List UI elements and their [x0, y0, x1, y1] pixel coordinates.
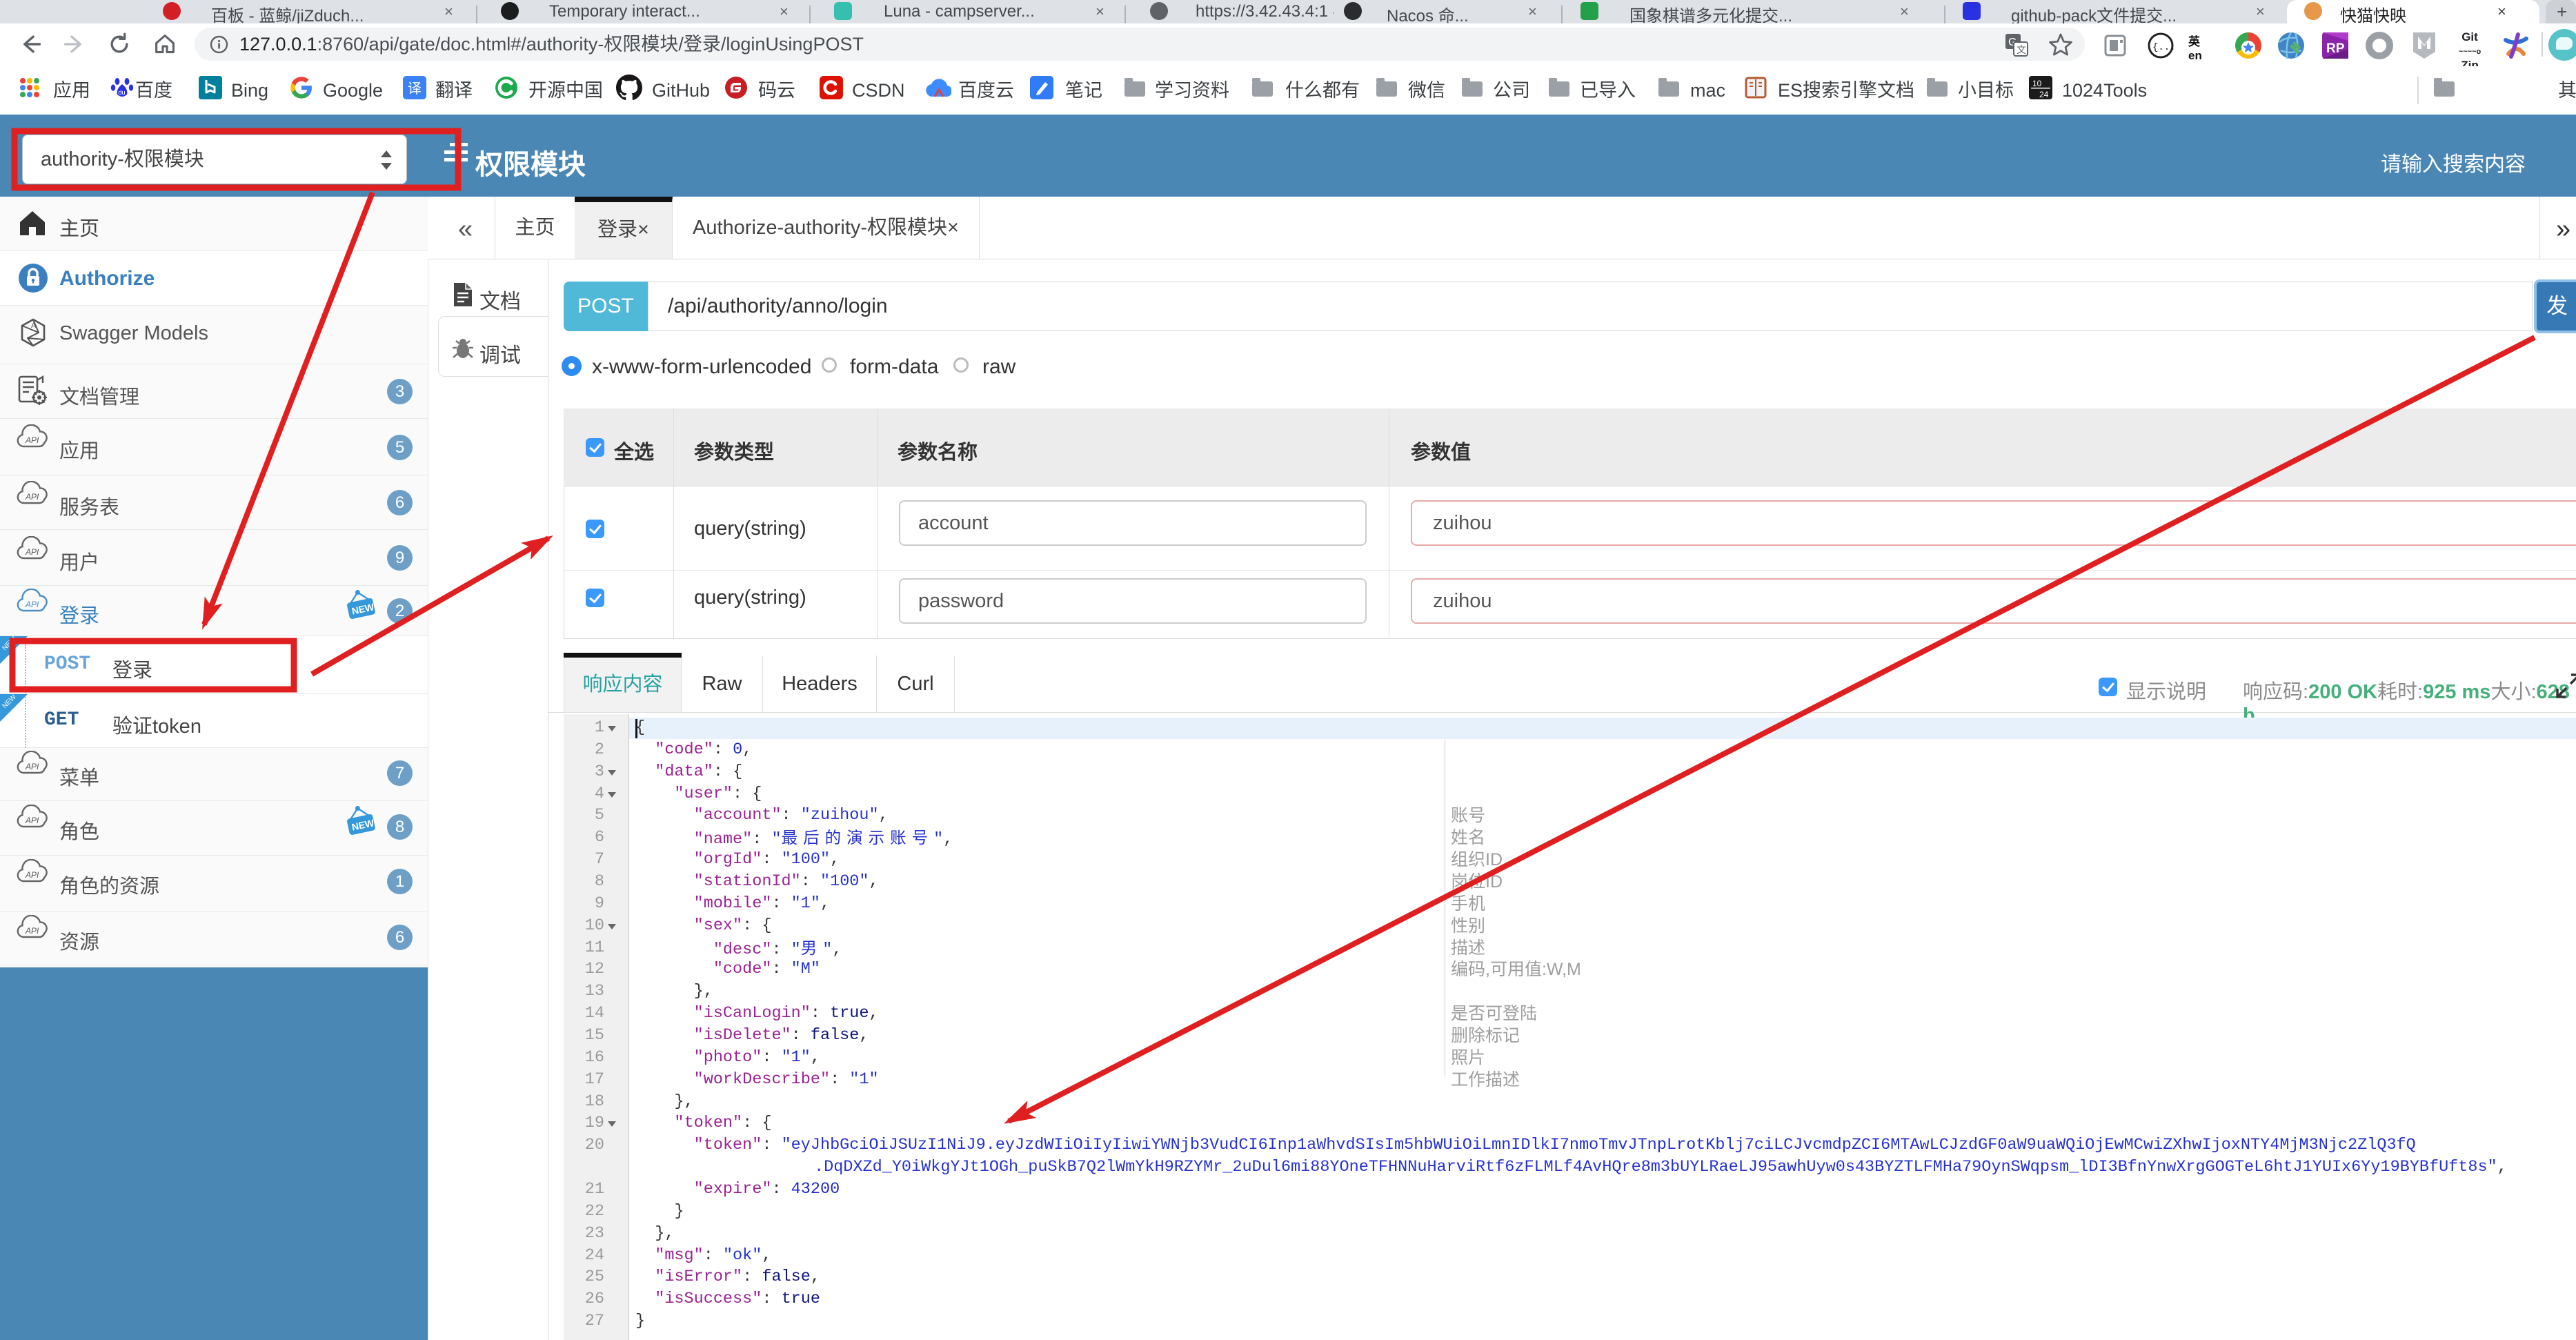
svg-text:API: API	[25, 435, 39, 445]
svg-text:24: 24	[2039, 90, 2049, 99]
svg-text:du: du	[119, 89, 126, 96]
svg-text:译: 译	[408, 81, 422, 97]
svg-text:RP: RP	[2326, 41, 2345, 56]
svg-text:API: API	[25, 926, 39, 936]
svg-text:API: API	[25, 547, 39, 557]
svg-text:A: A	[31, 322, 37, 330]
svg-text:API: API	[25, 762, 39, 771]
svg-text:文: 文	[2017, 44, 2026, 55]
svg-text:API: API	[25, 600, 39, 609]
svg-text:API: API	[25, 492, 39, 502]
svg-text:API: API	[25, 870, 39, 880]
svg-text:10: 10	[2032, 79, 2042, 88]
svg-text:API: API	[25, 816, 39, 825]
svg-text:{...}: {...}	[2152, 42, 2174, 53]
